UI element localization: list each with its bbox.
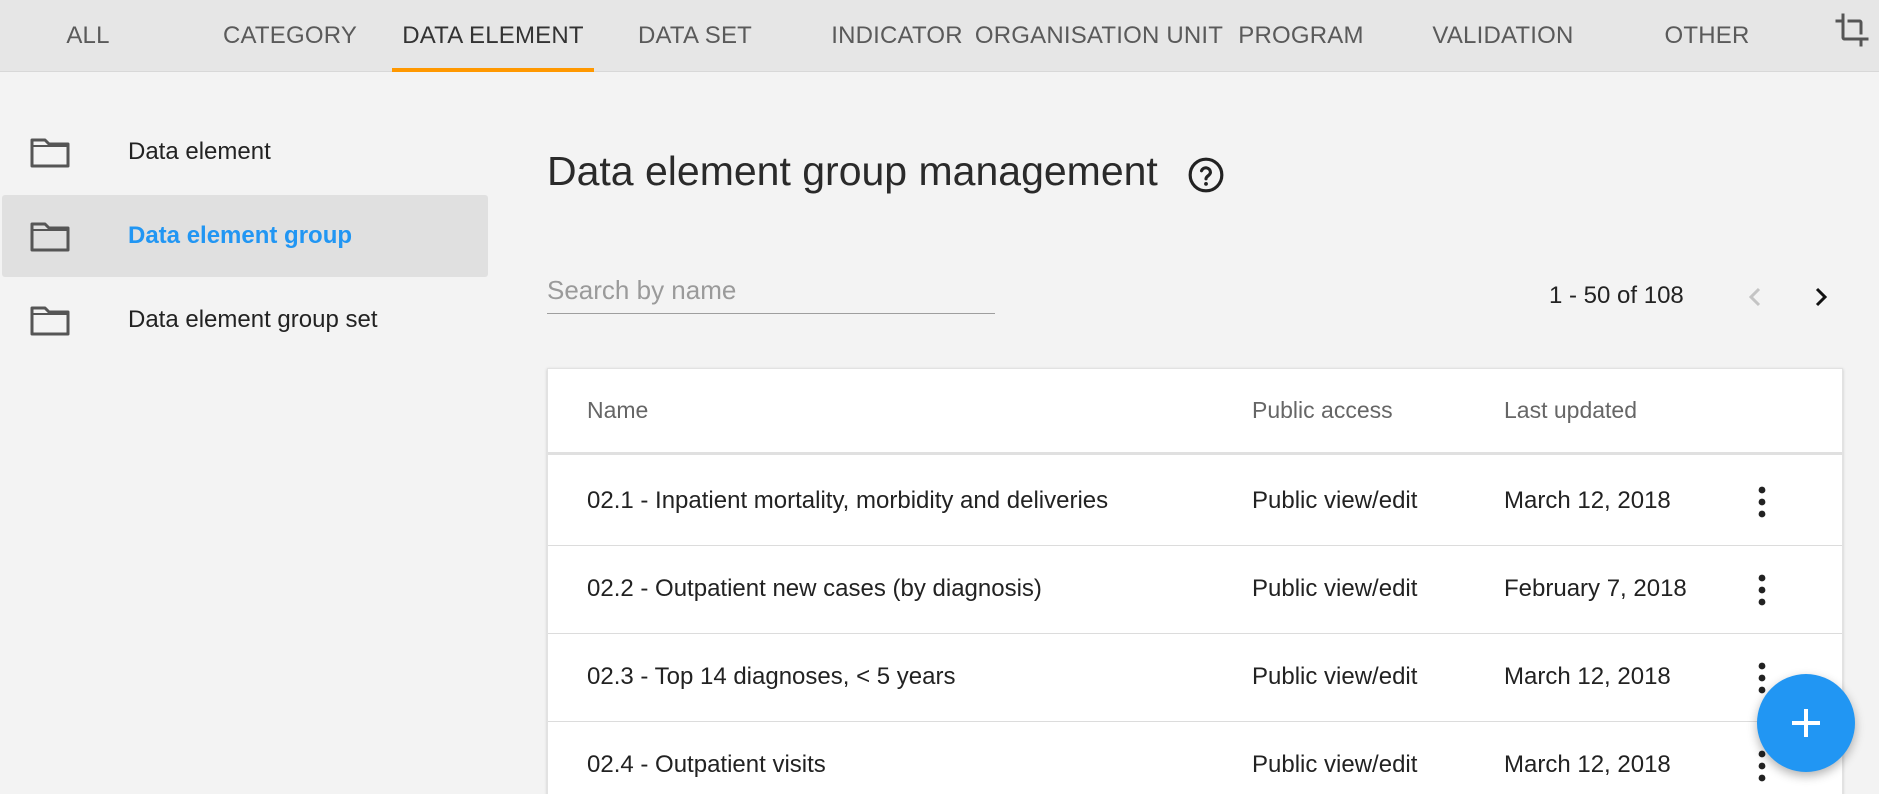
cell-name: 02.2 - Outpatient new cases (by diagnosi… [587,575,1042,602]
sidebar-item-label: Data element [128,138,271,165]
more-vert-icon [1758,662,1766,694]
cell-last-updated: March 12, 2018 [1504,487,1671,514]
tab-organisation-unit[interactable]: ORGANISATION UNIT [975,0,1223,72]
more-vert-icon [1758,574,1766,606]
cell-last-updated: February 7, 2018 [1504,575,1687,602]
cell-name: 02.1 - Inpatient mortality, morbidity an… [587,487,1109,514]
column-header-public-access[interactable]: Public access [1252,397,1393,424]
tab-program[interactable]: PROGRAM [1236,0,1366,72]
folder-icon [30,306,70,336]
plus-icon [1792,709,1820,737]
cell-public-access: Public view/edit [1252,663,1418,690]
table-row[interactable]: 02.2 - Outpatient new cases (by diagnosi… [548,546,1842,634]
crop-icon [1835,13,1869,47]
tab-all[interactable]: ALL [38,0,138,72]
cell-name: 02.3 - Top 14 diagnoses, < 5 years [587,663,956,690]
table-row[interactable]: 02.3 - Top 14 diagnoses, < 5 years Publi… [548,634,1842,722]
cell-public-access: Public view/edit [1252,751,1418,778]
crop-button[interactable] [1830,8,1874,52]
cell-last-updated: March 12, 2018 [1504,663,1671,690]
sidebar-item-data-element[interactable]: Data element [2,111,488,193]
row-actions-button[interactable] [1746,480,1778,524]
folder-icon [30,138,70,168]
tab-category[interactable]: CATEGORY [218,0,362,72]
tab-data-set[interactable]: DATA SET [624,0,766,72]
pager-range-text: 1 - 50 of 108 [1549,282,1684,309]
row-actions-button[interactable] [1746,568,1778,612]
tab-indicator[interactable]: INDICATOR [828,0,966,72]
table-row[interactable]: 02.4 - Outpatient visits Public view/edi… [548,722,1842,794]
help-circle-icon[interactable] [1187,156,1225,194]
add-button[interactable] [1757,674,1855,772]
active-tab-indicator [392,68,594,72]
search-input[interactable] [547,268,995,313]
table-row[interactable]: 02.1 - Inpatient mortality, morbidity an… [548,458,1842,546]
column-header-name[interactable]: Name [587,397,648,424]
cell-public-access: Public view/edit [1252,575,1418,602]
data-element-group-table: Name Public access Last updated 02.1 - I… [547,368,1843,794]
cell-public-access: Public view/edit [1252,487,1418,514]
folder-icon [30,222,70,252]
tab-other[interactable]: OTHER [1660,0,1754,72]
cell-name: 02.4 - Outpatient visits [587,751,826,778]
cell-last-updated: March 12, 2018 [1504,751,1671,778]
sidebar-item-label: Data element group [128,222,353,249]
column-header-last-updated[interactable]: Last updated [1504,397,1637,424]
chevron-right-icon[interactable] [1808,282,1834,312]
page-title: Data element group management [547,148,1158,194]
more-vert-icon [1758,750,1766,782]
chevron-left-icon[interactable] [1742,282,1768,312]
sidebar-item-data-element-group-set[interactable]: Data element group set [2,279,488,361]
more-vert-icon [1758,486,1766,518]
tab-data-element[interactable]: DATA ELEMENT [392,0,594,72]
top-nav-bar: ALL CATEGORY DATA ELEMENT DATA SET INDIC… [0,0,1879,72]
sidebar-item-data-element-group[interactable]: Data element group [2,195,488,277]
table-header: Name Public access Last updated [548,369,1842,455]
sidebar-item-label: Data element group set [128,306,378,333]
search-field [547,268,995,314]
tab-validation[interactable]: VALIDATION [1428,0,1578,72]
